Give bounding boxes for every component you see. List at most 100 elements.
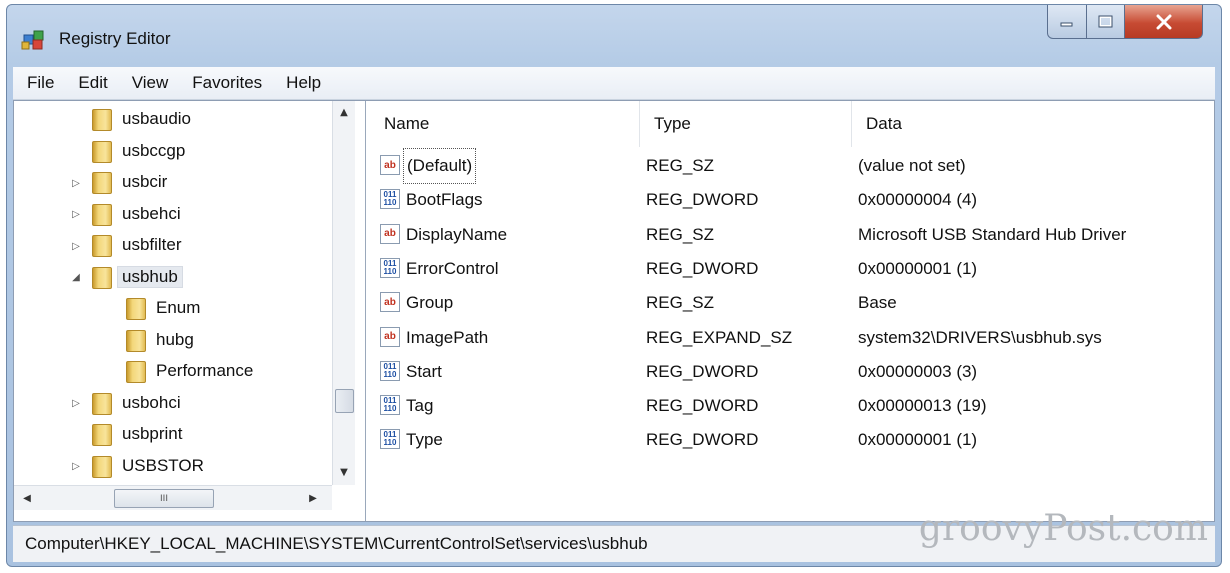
folder-icon — [92, 455, 112, 478]
registry-editor-window: Registry Editor File Edit View Favorites… — [6, 4, 1222, 567]
menu-help[interactable]: Help — [274, 73, 333, 93]
value-row[interactable]: ab Group REG_SZ Base — [370, 286, 1214, 320]
collapsed-triangle-icon[interactable]: ▷ — [70, 209, 82, 221]
collapsed-triangle-icon[interactable]: ▷ — [70, 177, 82, 189]
tree-item-label: hubg — [156, 329, 194, 349]
value-row[interactable]: ab ImagePath REG_EXPAND_SZ system32\DRIVERS… — [370, 321, 1214, 355]
tree-item-label: usbhub — [117, 265, 183, 288]
scroll-down-arrow-icon[interactable]: ▼ — [333, 461, 355, 483]
scroll-left-arrow-icon[interactable]: ◀ — [16, 486, 38, 510]
tree-item-label: Enum — [156, 298, 201, 317]
value-name: BootFlags — [406, 190, 483, 210]
value-data: Microsoft USB Standard Hub Driver — [858, 224, 1127, 244]
value-name: Tag — [406, 396, 434, 416]
expanded-triangle-icon[interactable]: ◢ — [70, 272, 82, 284]
tree-vertical-scrollbar[interactable]: ▲ ▼ — [332, 101, 355, 485]
tree-item[interactable]: ▷ USBSTOR — [14, 452, 330, 482]
tree-item[interactable]: Enum — [14, 294, 330, 324]
title-bar[interactable]: Registry Editor — [7, 5, 1221, 67]
value-type: REG_DWORD — [646, 190, 759, 210]
binary-value-icon: 011 110 — [380, 257, 400, 278]
value-data: 0x00000001 (1) — [858, 430, 978, 450]
tree-item[interactable]: usbccgp — [14, 137, 330, 167]
binary-value-icon: 011 110 — [380, 395, 400, 416]
value-name: ImagePath — [406, 327, 489, 347]
window-title: Registry Editor — [59, 29, 171, 48]
value-name: ErrorControl — [406, 258, 499, 278]
maximize-button[interactable] — [1087, 5, 1125, 39]
folder-icon — [92, 424, 112, 446]
value-data: system32\DRIVERS\usbhub.sys — [858, 327, 1102, 347]
tree-item[interactable]: usbaudio — [14, 105, 330, 135]
column-header-type-label: Type — [654, 114, 691, 133]
value-type: REG_DWORD — [646, 430, 759, 450]
scroll-up-arrow-icon[interactable]: ▲ — [333, 101, 355, 123]
value-name: Start — [406, 361, 442, 381]
binary-value-icon: 011 110 — [380, 429, 400, 450]
tree-item[interactable]: ◢ usbhub — [14, 263, 330, 293]
value-row[interactable]: ab (Default) REG_SZ (value not set) — [370, 148, 1214, 184]
tree-horizontal-scrollbar[interactable]: ◀ III ▶ — [14, 485, 332, 510]
menu-file[interactable]: File — [13, 73, 66, 93]
registry-editor-icon — [21, 30, 44, 50]
tree-item-label: Performance — [156, 361, 254, 380]
value-row[interactable]: 011 110 Start REG_DWORD 0x00000003 (3) — [370, 355, 1214, 389]
close-button[interactable] — [1125, 5, 1203, 39]
value-row[interactable]: 011 110 Tag REG_DWORD 0x00000013 (19) — [370, 389, 1214, 423]
value-type: REG_DWORD — [646, 396, 759, 416]
string-value-icon: ab — [380, 326, 400, 347]
menu-view[interactable]: View — [120, 73, 181, 93]
value-row[interactable]: 011 110 ErrorControl REG_DWORD 0x00000001 (1… — [370, 252, 1214, 286]
folder-icon — [92, 172, 112, 194]
tree-horizontal-scroll-thumb[interactable]: III — [114, 489, 214, 508]
folder-icon — [92, 266, 112, 289]
value-row[interactable]: 011 110 BootFlags REG_DWORD 0x00000004 (4) — [370, 183, 1214, 217]
collapsed-triangle-icon[interactable]: ▷ — [70, 240, 82, 252]
values-list-pane[interactable]: Name Type Data ab (Default) REG_SZ (value n… — [370, 101, 1214, 521]
value-type: REG_DWORD — [646, 361, 759, 381]
value-row[interactable]: ab DisplayName REG_SZ Microsoft USB Standar… — [370, 218, 1214, 252]
value-data: 0x00000001 (1) — [858, 258, 978, 278]
folder-icon — [92, 140, 112, 163]
menu-edit[interactable]: Edit — [66, 73, 119, 93]
value-name: Group — [406, 293, 454, 313]
current-key-path: Computer\HKEY_LOCAL_MACHINE\SYSTEM\Curre… — [25, 534, 648, 553]
scroll-right-arrow-icon[interactable]: ▶ — [302, 486, 324, 510]
key-tree-pane[interactable]: usbaudio usbccgp ▷ usbcir ▷ usbehci ▷ usbfilter… — [14, 101, 366, 521]
menu-favorites[interactable]: Favorites — [180, 73, 274, 93]
value-row[interactable]: 011 110 Type REG_DWORD 0x00000001 (1) — [370, 423, 1214, 457]
value-type: REG_SZ — [646, 293, 715, 313]
value-type: REG_SZ — [646, 224, 715, 244]
watermark: groovyPost.com — [918, 508, 1208, 549]
value-type: REG_DWORD — [646, 258, 759, 278]
value-data: 0x00000003 (3) — [858, 361, 978, 381]
column-header-name[interactable]: Name — [370, 101, 640, 147]
binary-value-icon: 011 110 — [380, 189, 400, 210]
tree-item-label: usbehci — [122, 203, 181, 223]
value-name: (Default) — [402, 148, 477, 184]
tree-item[interactable]: ▷ usbfilter — [14, 231, 330, 261]
folder-icon — [92, 235, 112, 257]
tree-item[interactable]: ▷ usbcir — [14, 168, 330, 198]
collapsed-triangle-icon[interactable]: ▷ — [70, 461, 82, 473]
tree-item[interactable]: usbprint — [14, 420, 330, 450]
tree-vertical-scroll-thumb[interactable] — [335, 389, 354, 413]
folder-icon — [92, 392, 112, 415]
tree-item[interactable]: ▷ usbehci — [14, 200, 330, 230]
value-data: Base — [858, 293, 897, 313]
string-value-icon: ab — [380, 155, 400, 175]
minimize-button[interactable] — [1047, 5, 1087, 39]
tree-item-label: usbaudio — [122, 109, 192, 128]
collapsed-triangle-icon[interactable]: ▷ — [70, 398, 82, 410]
tree-item[interactable]: Performance — [14, 357, 330, 387]
tree-item[interactable]: ▷ usbohci — [14, 389, 330, 419]
value-name: Type — [406, 430, 443, 450]
tree-item-label: usbfilter — [122, 235, 182, 254]
column-header-data[interactable]: Data — [852, 101, 1212, 147]
tree-item[interactable]: hubg — [14, 326, 330, 356]
column-header-type[interactable]: Type — [640, 101, 852, 147]
tree-item-label: usbprint — [122, 424, 183, 443]
window-controls — [1047, 5, 1203, 41]
minimize-icon — [1060, 22, 1073, 26]
binary-value-icon: 011 110 — [380, 360, 400, 381]
